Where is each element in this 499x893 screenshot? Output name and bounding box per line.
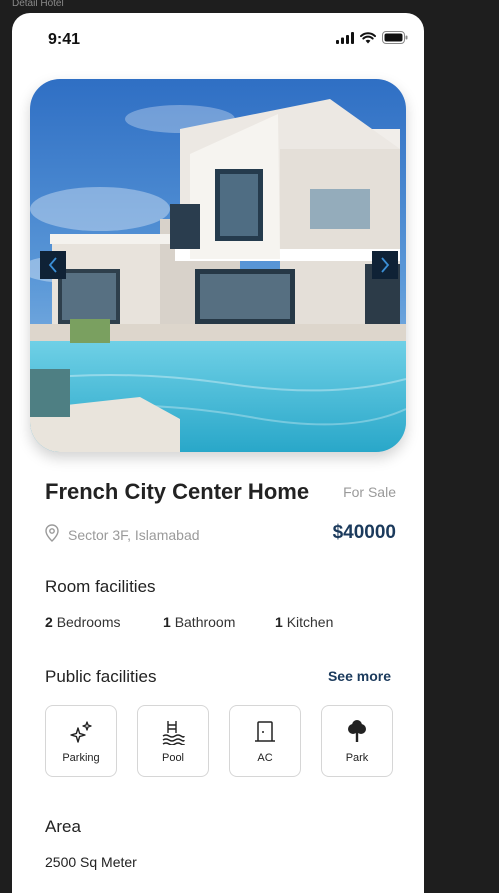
- area-title: Area: [45, 817, 81, 836]
- frame-label: Detail Hotel: [12, 0, 64, 9]
- kitchen-count: 1: [275, 614, 283, 630]
- status-time: 9:41: [48, 31, 81, 48]
- chevron-left-icon: [48, 257, 58, 273]
- status-bar: 9:41: [12, 13, 424, 65]
- facility-parking[interactable]: Parking: [45, 705, 117, 777]
- room-item-kitchen: 1 Kitchen: [275, 614, 333, 630]
- location-text: Sector 3F, Islamabad: [68, 526, 200, 543]
- phone-screen: 9:41 French City Center Home For Sale Se…: [12, 13, 424, 893]
- facility-label: Pool: [161, 752, 185, 764]
- status-icons: [336, 31, 408, 49]
- carousel-prev-button[interactable]: [40, 251, 66, 279]
- carousel-next-button[interactable]: [372, 251, 398, 279]
- bathroom-label: Bathroom: [174, 614, 236, 630]
- room-item-bathroom: 1 Bathroom: [163, 614, 235, 630]
- location-pin-icon: [45, 524, 59, 545]
- area-value: 2500 Sq Meter: [45, 854, 137, 870]
- facility-label: Parking: [62, 752, 100, 764]
- sparkles-icon: [68, 719, 94, 750]
- facility-ac[interactable]: AC: [229, 705, 301, 777]
- room-item-bedrooms: 2 Bedrooms: [45, 614, 121, 630]
- see-more-link[interactable]: See more: [328, 668, 391, 684]
- facility-label: Park: [345, 752, 369, 764]
- bathroom-count: 1: [163, 614, 171, 630]
- pool-icon: [160, 719, 186, 750]
- signal-icon: [336, 31, 354, 49]
- chevron-right-icon: [380, 257, 390, 273]
- property-title: French City Center Home: [45, 479, 310, 504]
- status-badge: For Sale: [343, 484, 396, 500]
- facility-label: AC: [257, 752, 273, 764]
- property-location: Sector 3F, Islamabad: [45, 524, 200, 545]
- kitchen-label: Kitchen: [286, 614, 334, 630]
- property-price: $40000: [332, 522, 396, 543]
- tree-icon: [344, 719, 370, 750]
- bedroom-count: 2: [45, 614, 53, 630]
- door-icon: [252, 719, 278, 750]
- wifi-icon: [360, 31, 376, 49]
- public-facilities-title: Public facilities: [45, 667, 157, 686]
- battery-icon: [382, 31, 408, 49]
- room-facilities-title: Room facilities: [45, 577, 156, 596]
- facility-pool[interactable]: Pool: [137, 705, 209, 777]
- property-image: [30, 79, 406, 452]
- bedroom-label: Bedrooms: [56, 614, 121, 630]
- facility-park[interactable]: Park: [321, 705, 393, 777]
